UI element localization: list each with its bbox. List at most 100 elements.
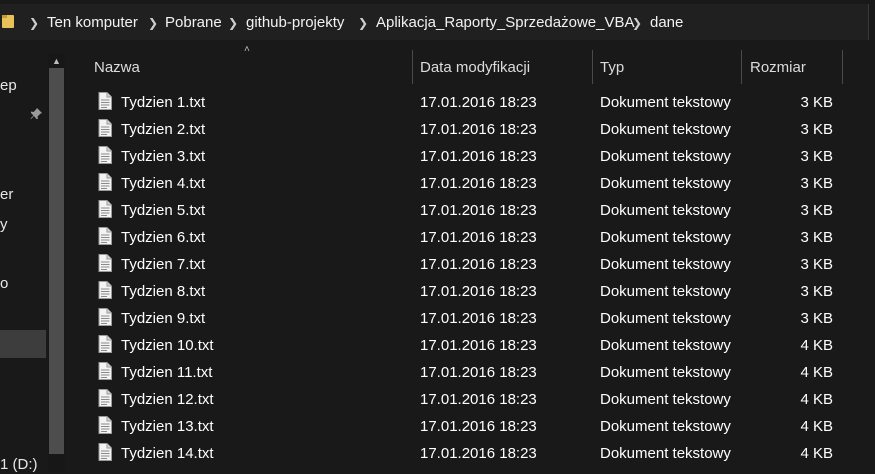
text-file-icon — [98, 119, 112, 137]
chevron-right-icon[interactable]: ❯ — [358, 16, 368, 30]
text-file-icon — [98, 443, 112, 461]
text-file-icon — [98, 254, 112, 272]
text-file-icon — [98, 308, 112, 326]
file-date-modified: 17.01.2016 18:23 — [420, 418, 537, 435]
file-name[interactable]: Tydzien 1.txt — [121, 94, 205, 112]
file-row[interactable]: Tydzien 1.txt 17.01.2016 18:23 Dokument te… — [72, 89, 875, 116]
file-name[interactable]: Tydzien 7.txt — [121, 256, 205, 274]
file-type: Dokument tekstowy — [600, 337, 731, 354]
breadcrumb-item-dane[interactable]: dane — [650, 14, 683, 32]
nav-item-desktop[interactable]: ep — [0, 77, 17, 95]
folder-icon — [2, 15, 14, 28]
file-name[interactable]: Tydzien 4.txt — [121, 175, 205, 193]
file-row[interactable]: Tydzien 6.txt 17.01.2016 18:23 Dokument te… — [72, 224, 875, 251]
file-date-modified: 17.01.2016 18:23 — [420, 229, 537, 246]
file-date-modified: 17.01.2016 18:23 — [420, 391, 537, 408]
file-type: Dokument tekstowy — [600, 175, 731, 192]
file-name[interactable]: Tydzien 13.txt — [121, 418, 214, 436]
breadcrumb-item-this-pc[interactable]: Ten komputer — [47, 14, 138, 32]
file-type: Dokument tekstowy — [600, 229, 731, 246]
chevron-right-icon[interactable]: ❯ — [228, 16, 238, 30]
file-name[interactable]: Tydzien 10.txt — [121, 337, 214, 355]
text-file-icon — [98, 92, 112, 110]
column-header-date[interactable]: Data modyfikacji — [420, 52, 592, 84]
file-size: 4 KB — [800, 364, 833, 381]
file-size: 4 KB — [800, 391, 833, 408]
text-file-icon — [98, 146, 112, 164]
text-file-icon — [98, 389, 112, 407]
nav-item-video[interactable]: o — [0, 275, 8, 293]
file-list: ˄ Nazwa Data modyfikacji Typ Rozmiar Tyd… — [72, 44, 875, 472]
nav-item-computer[interactable]: er — [0, 186, 13, 204]
breadcrumb-item-downloads[interactable]: Pobrane — [165, 14, 222, 32]
column-divider[interactable] — [741, 50, 742, 84]
file-name[interactable]: Tydzien 6.txt — [121, 229, 205, 247]
file-type: Dokument tekstowy — [600, 418, 731, 435]
file-row[interactable]: Tydzien 10.txt 17.01.2016 18:23 Dokument t… — [72, 332, 875, 359]
file-size: 4 KB — [800, 418, 833, 435]
file-row[interactable]: Tydzien 5.txt 17.01.2016 18:23 Dokument te… — [72, 197, 875, 224]
nav-item-selected[interactable] — [0, 330, 46, 358]
text-file-icon — [98, 200, 112, 218]
file-name[interactable]: Tydzien 5.txt — [121, 202, 205, 220]
file-size: 3 KB — [800, 121, 833, 138]
file-size: 3 KB — [800, 229, 833, 246]
pin-icon[interactable] — [30, 108, 42, 120]
file-row[interactable]: Tydzien 11.txt 17.01.2016 18:23 Dokument t… — [72, 359, 875, 386]
file-name[interactable]: Tydzien 11.txt — [121, 364, 212, 382]
file-row[interactable]: Tydzien 12.txt 17.01.2016 18:23 Dokument t… — [72, 386, 875, 413]
file-type: Dokument tekstowy — [600, 202, 731, 219]
breadcrumb-item-github-projekty[interactable]: github-projekty — [246, 14, 344, 32]
breadcrumb-item-project[interactable]: Aplikacja_Raporty_Sprzedażowe_VBA — [376, 14, 634, 32]
column-divider[interactable] — [842, 50, 843, 84]
address-bar: ❯ Ten komputer ❯ Pobrane ❯ github-projek… — [0, 0, 875, 44]
file-size: 3 KB — [800, 94, 833, 111]
column-header-type[interactable]: Typ — [600, 52, 740, 84]
nav-item-library[interactable]: y — [0, 216, 8, 234]
file-size: 3 KB — [800, 256, 833, 273]
scroll-up-arrow-icon[interactable]: ▲ — [52, 56, 61, 66]
file-row[interactable]: Tydzien 2.txt 17.01.2016 18:23 Dokument te… — [72, 116, 875, 143]
chevron-right-icon[interactable]: ❯ — [632, 16, 642, 30]
column-header-name[interactable]: Nazwa — [94, 52, 412, 84]
file-row[interactable]: Tydzien 8.txt 17.01.2016 18:23 Dokument te… — [72, 278, 875, 305]
column-header-size[interactable]: Rozmiar — [750, 52, 842, 84]
nav-item-drive-d[interactable]: 1 (D:) — [0, 456, 38, 474]
file-type: Dokument tekstowy — [600, 391, 731, 408]
file-date-modified: 17.01.2016 18:23 — [420, 94, 537, 111]
file-date-modified: 17.01.2016 18:23 — [420, 121, 537, 138]
breadcrumb[interactable]: ❯ Ten komputer ❯ Pobrane ❯ github-projek… — [0, 4, 869, 40]
file-row[interactable]: Tydzien 13.txt 17.01.2016 18:23 Dokument t… — [72, 413, 875, 440]
file-size: 3 KB — [800, 310, 833, 327]
file-size: 3 KB — [800, 175, 833, 192]
text-file-icon — [98, 227, 112, 245]
nav-scrollbar-thumb[interactable] — [49, 68, 64, 454]
file-size: 3 KB — [800, 283, 833, 300]
file-name[interactable]: Tydzien 12.txt — [121, 391, 214, 409]
chevron-right-icon[interactable]: ❯ — [148, 16, 158, 30]
text-file-icon — [98, 362, 112, 380]
text-file-icon — [98, 416, 112, 434]
file-row[interactable]: Tydzien 14.txt 17.01.2016 18:23 Dokument t… — [72, 440, 875, 467]
file-date-modified: 17.01.2016 18:23 — [420, 337, 537, 354]
file-name[interactable]: Tydzien 3.txt — [121, 148, 205, 166]
file-row[interactable]: Tydzien 4.txt 17.01.2016 18:23 Dokument te… — [72, 170, 875, 197]
column-divider[interactable] — [412, 50, 413, 84]
file-row[interactable]: Tydzien 9.txt 17.01.2016 18:23 Dokument te… — [72, 305, 875, 332]
file-size: 3 KB — [800, 148, 833, 165]
column-divider[interactable] — [592, 50, 593, 84]
file-date-modified: 17.01.2016 18:23 — [420, 175, 537, 192]
chevron-right-icon[interactable]: ❯ — [29, 16, 39, 30]
file-date-modified: 17.01.2016 18:23 — [420, 310, 537, 327]
text-file-icon — [98, 335, 112, 353]
file-date-modified: 17.01.2016 18:23 — [420, 364, 537, 381]
file-name[interactable]: Tydzien 14.txt — [121, 445, 214, 463]
text-file-icon — [98, 281, 112, 299]
file-row[interactable]: Tydzien 3.txt 17.01.2016 18:23 Dokument te… — [72, 143, 875, 170]
file-name[interactable]: Tydzien 2.txt — [121, 121, 205, 139]
file-row[interactable]: Tydzien 7.txt 17.01.2016 18:23 Dokument te… — [72, 251, 875, 278]
navigation-pane: ep er y o 1 (D:) ▲ — [0, 44, 66, 474]
file-type: Dokument tekstowy — [600, 283, 731, 300]
file-name[interactable]: Tydzien 9.txt — [121, 310, 205, 328]
file-name[interactable]: Tydzien 8.txt — [121, 283, 205, 301]
